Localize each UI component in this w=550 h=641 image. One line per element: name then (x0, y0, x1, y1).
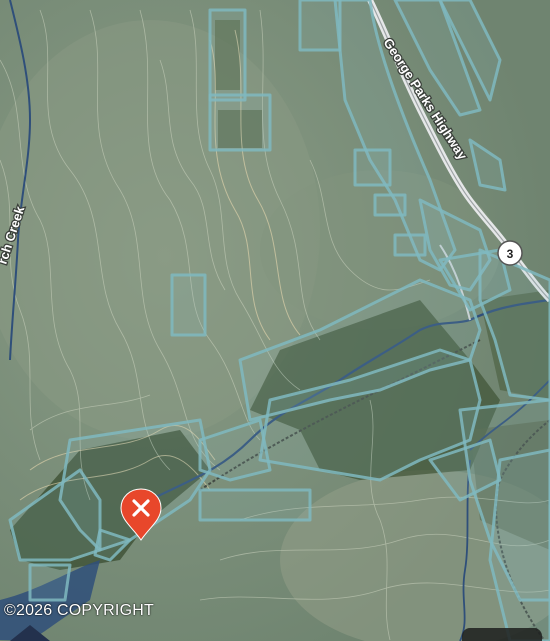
map-canvas[interactable]: George Parks Highway 3 rch Creek (0, 0, 550, 641)
route-shield[interactable]: 3 (497, 240, 523, 266)
map-control[interactable] (462, 628, 542, 641)
route-shield-label: 3 (507, 247, 514, 261)
map-view[interactable]: George Parks Highway 3 rch Creek ©2026 C… (0, 0, 550, 641)
copyright-notice: ©2026 COPYRIGHT (4, 602, 154, 619)
